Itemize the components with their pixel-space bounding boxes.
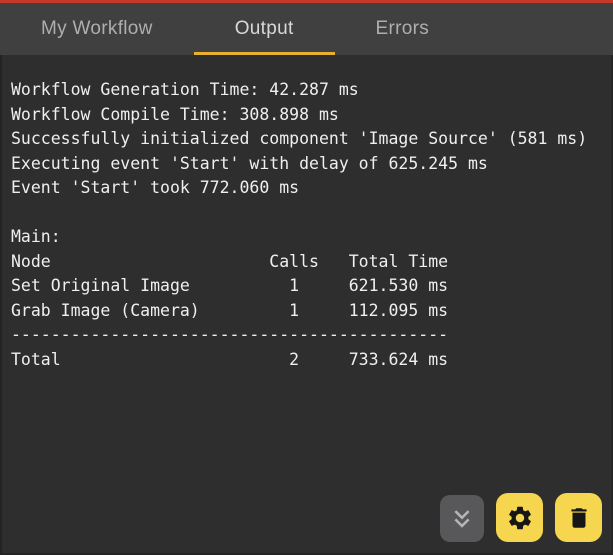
console-output-area: Workflow Generation Time: 42.287 ms Work… — [0, 55, 613, 555]
action-button-row — [440, 493, 602, 542]
double-chevron-down-icon — [447, 504, 477, 534]
settings-button[interactable] — [496, 493, 543, 542]
delete-button[interactable] — [555, 493, 602, 542]
tab-errors[interactable]: Errors — [335, 3, 471, 55]
gear-icon — [506, 504, 534, 532]
output-panel-window: My Workflow Output Errors Workflow Gener… — [0, 0, 613, 555]
tab-output[interactable]: Output — [193, 3, 335, 55]
console-log-text: Workflow Generation Time: 42.287 ms Work… — [11, 80, 588, 369]
scroll-to-bottom-button[interactable] — [440, 495, 484, 542]
trash-icon — [566, 505, 592, 531]
tab-bar: My Workflow Output Errors — [0, 0, 613, 55]
tab-my-workflow[interactable]: My Workflow — [0, 3, 194, 55]
